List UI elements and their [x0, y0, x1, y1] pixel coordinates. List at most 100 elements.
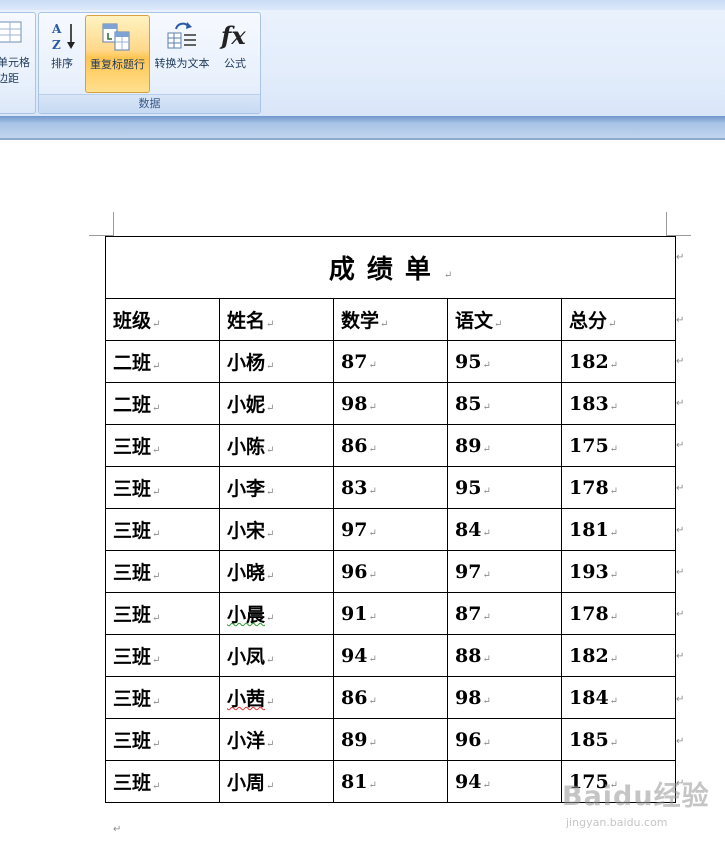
paragraph-mark: ↵ — [152, 655, 161, 666]
formula-button[interactable]: fx 公式 — [215, 15, 255, 91]
score-table[interactable]: 成绩单↵ 班级↵ 姓名↵ 数学↵ 语文↵ 总分↵ 二班↵ 小杨↵ 87↵ 95↵ 182… — [104, 236, 677, 803]
table-cell-total[interactable]: 183↵ — [560, 382, 677, 425]
header-cell[interactable]: 数学↵ — [333, 298, 448, 341]
cell-value: 86 — [341, 686, 368, 709]
table-cell-math[interactable]: 97↵ — [333, 508, 448, 551]
paragraph-mark: ↵ — [266, 487, 275, 498]
table-cell-math[interactable]: 98↵ — [333, 382, 448, 425]
table-cell-chinese[interactable]: 89↵ — [447, 424, 562, 467]
table-cell-chinese[interactable]: 95↵ — [447, 466, 562, 509]
table-header-row: 班级↵ 姓名↵ 数学↵ 语文↵ 总分↵ — [105, 298, 677, 341]
table-cell-chinese[interactable]: 98↵ — [447, 676, 562, 719]
paragraph-mark: ↵ — [609, 527, 619, 539]
paragraph-mark: ↵ — [482, 359, 491, 371]
cell-margins-button[interactable]: 单元格 边距 — [0, 15, 35, 91]
table-cell-math[interactable]: 96↵ — [333, 550, 448, 593]
row-end-mark: ↵ — [676, 398, 685, 409]
table-cell-class[interactable]: 三班↵ — [105, 424, 220, 467]
table-cell-math[interactable]: 81↵ — [333, 760, 448, 803]
table-cell-class[interactable]: 二班↵ — [105, 340, 220, 383]
table-cell-class[interactable]: 三班↵ — [105, 466, 220, 509]
table-cell-name[interactable]: 小李↵ — [219, 466, 334, 509]
paragraph-mark: ↵ — [609, 401, 619, 413]
table-cell-class[interactable]: 三班↵ — [105, 718, 220, 761]
paragraph-mark: ↵ — [609, 737, 619, 749]
paragraph-mark: ↵ — [368, 443, 377, 455]
cell-margins-icon — [0, 21, 22, 43]
table-cell-chinese[interactable]: 95↵ — [447, 340, 562, 383]
table-cell-name[interactable]: 小晨↵ — [219, 592, 334, 635]
table-cell-name[interactable]: 小杨↵ — [219, 340, 334, 383]
table-cell-name[interactable]: 小陈↵ — [219, 424, 334, 467]
table-cell-chinese[interactable]: 97↵ — [447, 550, 562, 593]
table-cell-chinese[interactable]: 94↵ — [447, 760, 562, 803]
header-cell[interactable]: 语文↵ — [447, 298, 562, 341]
table-cell-class[interactable]: 三班↵ — [105, 550, 220, 593]
convert-to-text-button[interactable]: 转换为文本 — [151, 15, 213, 91]
cell-value: 三班 — [113, 436, 152, 458]
table-cell-name[interactable]: 小茜↵ — [219, 676, 334, 719]
table-cell-chinese[interactable]: 96↵ — [447, 718, 562, 761]
header-math: 数学 — [341, 310, 380, 332]
table-cell-class[interactable]: 二班↵ — [105, 382, 220, 425]
paragraph-mark: ↵ — [609, 695, 619, 707]
table-cell-math[interactable]: 91↵ — [333, 592, 448, 635]
ribbon-group-data-title: 数据 — [39, 94, 260, 113]
paragraph-mark: ↵ — [482, 653, 491, 665]
table-cell-math[interactable]: 87↵ — [333, 340, 448, 383]
paragraph-mark: ↵ — [368, 401, 377, 413]
table-cell-total[interactable]: 182↵ — [560, 340, 677, 383]
table-cell-name[interactable]: 小周↵ — [219, 760, 334, 803]
table-cell-class[interactable]: 三班↵ — [105, 634, 220, 677]
table-cell-name[interactable]: 小凤↵ — [219, 634, 334, 677]
table-cell-name[interactable]: 小妮↵ — [219, 382, 334, 425]
baidu-watermark: Baidu经验 jingyan.baidu.com — [548, 772, 718, 834]
paragraph-mark: ↵ — [152, 613, 161, 624]
table-cell-total[interactable]: 185↵ — [560, 718, 677, 761]
table-cell-math[interactable]: 94↵ — [333, 634, 448, 677]
table-cell-name[interactable]: 小晓↵ — [219, 550, 334, 593]
table-cell-math[interactable]: 83↵ — [333, 466, 448, 509]
table-cell-math[interactable]: 86↵ — [333, 676, 448, 719]
table-cell-class[interactable]: 三班↵ — [105, 592, 220, 635]
table-cell-math[interactable]: 89↵ — [333, 718, 448, 761]
table-cell-math[interactable]: 86↵ — [333, 424, 448, 467]
table-cell-class[interactable]: 三班↵ — [105, 508, 220, 551]
cell-value: 二班 — [113, 352, 152, 374]
table-cell-total[interactable]: 184↵ — [560, 676, 677, 719]
cell-value: 三班 — [113, 772, 152, 794]
paragraph-mark: ↵ — [266, 613, 275, 624]
header-cell[interactable]: 总分↵ — [560, 298, 677, 341]
table-row: 三班↵ 小陈↵ 86↵ 89↵ 175↵ — [105, 424, 677, 467]
row-end-mark: ↵ — [676, 483, 685, 494]
table-cell-name[interactable]: 小宋↵ — [219, 508, 334, 551]
paragraph-mark: ↵ — [609, 569, 619, 581]
header-cell[interactable]: 班级↵ — [105, 298, 220, 341]
repeat-header-rows-button[interactable]: 重复标题行 — [85, 15, 150, 93]
table-cell-chinese[interactable]: 85↵ — [447, 382, 562, 425]
table-cell-total[interactable]: 175↵ — [560, 424, 677, 467]
table-cell-total[interactable]: 178↵ — [560, 466, 677, 509]
table-title-cell[interactable]: 成绩单↵ — [104, 236, 677, 299]
table-cell-chinese[interactable]: 84↵ — [447, 508, 562, 551]
sort-button[interactable]: A Z 排序 — [43, 15, 81, 91]
table-cell-chinese[interactable]: 87↵ — [447, 592, 562, 635]
cell-value: 83 — [341, 476, 368, 499]
crop-mark-top-left-v — [113, 212, 114, 236]
paragraph-mark: ↵ — [368, 485, 377, 497]
table-cell-name[interactable]: 小洋↵ — [219, 718, 334, 761]
table-cell-class[interactable]: 三班↵ — [105, 760, 220, 803]
table-cell-chinese[interactable]: 88↵ — [447, 634, 562, 677]
table-cell-class[interactable]: 三班↵ — [105, 676, 220, 719]
paragraph-mark: ↵ — [608, 319, 617, 330]
table-cell-total[interactable]: 193↵ — [560, 550, 677, 593]
header-cell[interactable]: 姓名↵ — [219, 298, 334, 341]
convert-to-text-label: 转换为文本 — [154, 57, 210, 70]
table-cell-total[interactable]: 181↵ — [560, 508, 677, 551]
svg-text:A: A — [51, 22, 62, 36]
ribbon-top-strip — [0, 0, 725, 10]
svg-text:Z: Z — [52, 38, 61, 52]
row-end-mark: ↵ — [676, 651, 685, 662]
table-cell-total[interactable]: 178↵ — [560, 592, 677, 635]
table-cell-total[interactable]: 182↵ — [560, 634, 677, 677]
